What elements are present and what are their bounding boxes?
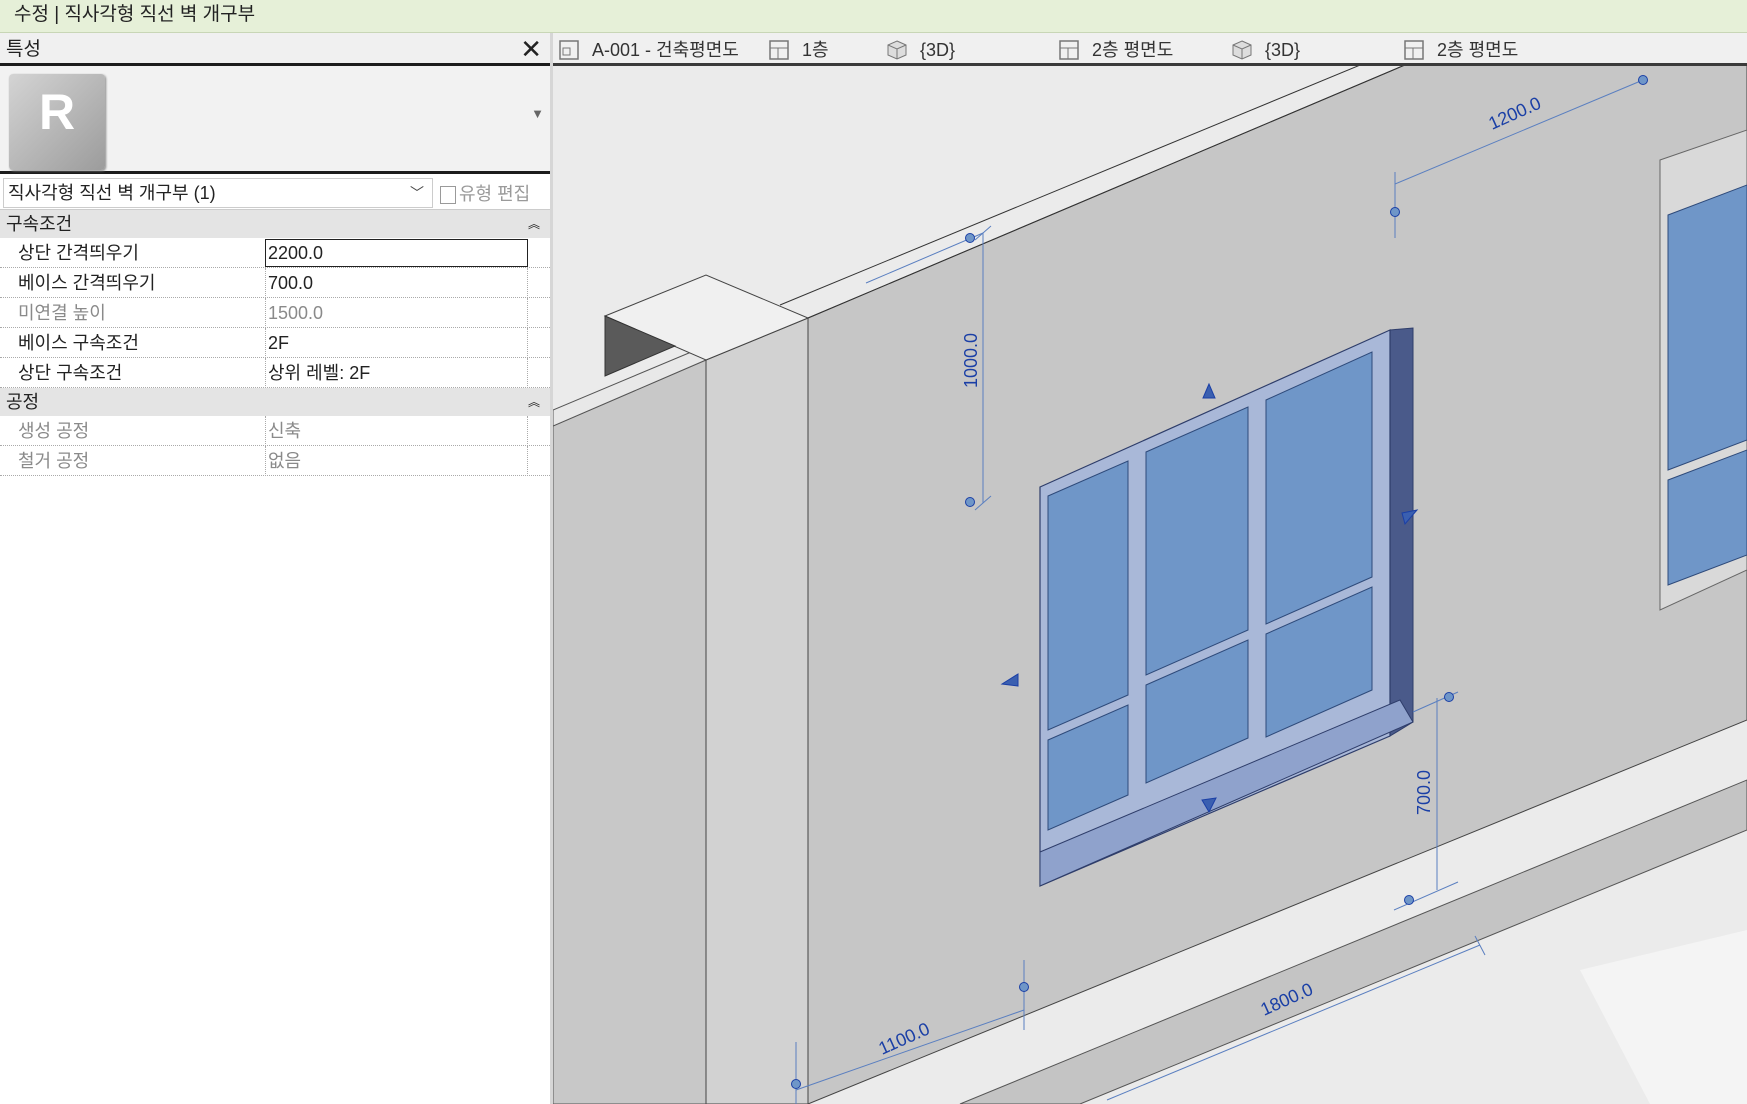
property-label: 상단 간격띄우기 [18, 243, 139, 263]
viewport-canvas[interactable]: 1000.0 1200.0 700.0 1800.0 1100.0 [553, 66, 1747, 1104]
floor-plan-icon [769, 40, 789, 60]
grip-handle[interactable] [965, 233, 975, 243]
tab-floor-1[interactable]: 1층 [768, 33, 829, 63]
property-row-unconnected-height: 미연결 높이 1500.0 [0, 298, 550, 328]
type-selector-dropdown[interactable]: 직사각형 직선 벽 개구부 (1) ﹀ [3, 178, 433, 208]
property-label: 베이스 구속조건 [18, 333, 139, 353]
grip-handle[interactable] [791, 1079, 801, 1089]
tab-3d-1[interactable]: {3D} [886, 33, 955, 63]
3d-view-icon [887, 40, 907, 60]
properties-header: 특성 ✕ [0, 33, 550, 66]
property-value: 없음 [265, 446, 528, 476]
window-title: 수정 | 직사각형 직선 벽 개구부 [0, 0, 1747, 33]
property-value[interactable]: 2F [265, 328, 528, 358]
tab-floor-2-a[interactable]: 2층 평면도 [1058, 33, 1173, 63]
close-icon[interactable]: ✕ [520, 33, 542, 66]
collapse-icon[interactable]: ︽ [528, 388, 540, 416]
group-title: 구속조건 [6, 214, 73, 234]
tab-label: 1층 [802, 40, 829, 60]
edit-type-label: 유형 편집 [459, 184, 531, 204]
property-value[interactable]: 700.0 [265, 268, 528, 298]
type-preview[interactable]: R ▼ [0, 66, 550, 174]
property-row-phase-created: 생성 공정 신축 [0, 416, 550, 446]
tab-floor-2-b[interactable]: 2층 평면도 [1403, 33, 1518, 63]
tab-label: 2층 평면도 [1437, 40, 1519, 60]
property-label: 미연결 높이 [18, 303, 106, 323]
floor-plan-icon [1404, 40, 1424, 60]
grip-handle[interactable] [1444, 692, 1454, 702]
property-value[interactable]: 상위 레벨: 2F [265, 358, 528, 388]
group-header-phasing[interactable]: 공정 ︽ [0, 388, 550, 416]
tab-label: A-001 - 건축평면도 [592, 40, 739, 60]
properties-panel: 특성 ✕ R ▼ 직사각형 직선 벽 개구부 (1) ﹀ 유형 편집 구속조건 … [0, 33, 553, 1104]
3d-view-icon [1232, 40, 1252, 60]
property-label: 베이스 간격띄우기 [18, 273, 156, 293]
property-row-top-offset: 상단 간격띄우기 2200.0 [0, 238, 550, 268]
property-row-base-offset: 베이스 간격띄우기 700.0 [0, 268, 550, 298]
property-value: 1500.0 [265, 298, 528, 328]
grip-handle[interactable] [1019, 982, 1029, 992]
dimension-text[interactable]: 1000.0 [961, 333, 981, 388]
property-label: 철거 공정 [18, 451, 90, 471]
tab-sheet-a001[interactable]: A-001 - 건축평면도 [558, 33, 739, 63]
grip-handle[interactable] [1404, 895, 1414, 905]
view-tab-bar: A-001 - 건축평면도 1층 {3D} 2층 평면도 {3D} 2층 평면도 [553, 33, 1747, 66]
property-value: 신축 [265, 416, 528, 446]
group-title: 공정 [6, 392, 40, 412]
property-label: 생성 공정 [18, 421, 90, 441]
property-value-input[interactable]: 2200.0 [265, 239, 528, 267]
property-row-base-constraint: 베이스 구속조건 2F [0, 328, 550, 358]
chevron-down-icon[interactable]: ▼ [531, 106, 544, 121]
wall-left [553, 359, 707, 1104]
floor-plan-icon [1059, 40, 1079, 60]
property-row-phase-demolished: 철거 공정 없음 [0, 446, 550, 476]
property-label: 상단 구속조건 [18, 363, 123, 383]
property-row-top-constraint: 상단 구속조건 상위 레벨: 2F [0, 358, 550, 388]
grip-handle[interactable] [1390, 207, 1400, 217]
tab-label: {3D} [920, 40, 956, 60]
edit-type-button[interactable]: 유형 편집 [440, 180, 530, 206]
type-selector-value: 직사각형 직선 벽 개구부 (1) [8, 183, 216, 203]
revit-logo-icon: R [9, 74, 105, 170]
group-header-constraints[interactable]: 구속조건 ︽ [0, 210, 550, 238]
collapse-icon[interactable]: ︽ [528, 210, 540, 238]
grip-handle[interactable] [965, 497, 975, 507]
grip-handle[interactable] [1638, 75, 1648, 85]
properties-title: 특성 [6, 39, 41, 60]
sheet-icon [559, 40, 579, 60]
chevron-down-icon[interactable]: ﹀ [410, 179, 424, 207]
column [705, 317, 809, 1104]
tab-label: {3D} [1265, 40, 1301, 60]
type-selector-row: 직사각형 직선 벽 개구부 (1) ﹀ 유형 편집 [0, 174, 550, 210]
tab-label: 2층 평면도 [1092, 40, 1174, 60]
dimension-text[interactable]: 700.0 [1414, 770, 1434, 815]
tab-3d-2[interactable]: {3D} [1231, 33, 1300, 63]
3d-viewport[interactable]: 1000.0 1200.0 700.0 1800.0 1100.0 [553, 66, 1747, 1104]
edit-type-icon [440, 186, 456, 205]
